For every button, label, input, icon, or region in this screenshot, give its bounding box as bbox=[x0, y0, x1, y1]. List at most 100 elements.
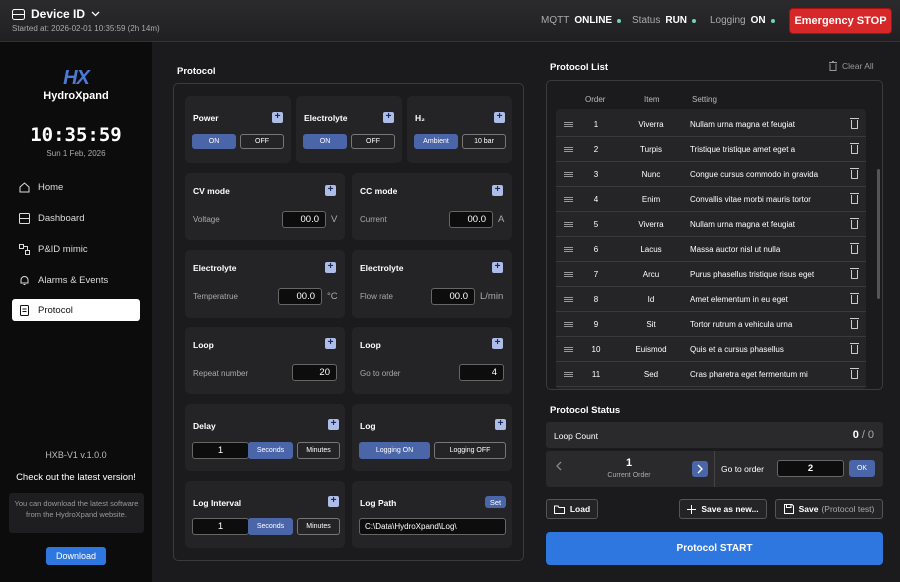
drag-handle-icon[interactable] bbox=[564, 371, 573, 377]
drag-handle-icon[interactable] bbox=[564, 296, 573, 302]
emergency-stop-button[interactable]: Emergency STOP bbox=[790, 9, 891, 33]
download-button[interactable]: Download bbox=[46, 547, 106, 565]
delete-icon[interactable] bbox=[850, 243, 859, 254]
delete-icon[interactable] bbox=[850, 318, 859, 329]
drag-handle-icon[interactable] bbox=[564, 271, 573, 277]
prev-order-button[interactable] bbox=[553, 460, 565, 477]
sidebar-item-alarms[interactable]: Alarms & Events bbox=[12, 269, 140, 291]
table-row[interactable]: 4 Enim Convallis vitae morbi mauris tortor bbox=[556, 187, 866, 212]
add-loop-repeat-button[interactable]: + bbox=[325, 338, 336, 349]
delay-input[interactable]: 1 bbox=[192, 442, 249, 459]
interval-minutes-toggle[interactable]: Minutes bbox=[297, 518, 340, 535]
load-button[interactable]: Load bbox=[546, 499, 598, 519]
drag-handle-icon[interactable] bbox=[564, 146, 573, 152]
add-delay-button[interactable]: + bbox=[328, 419, 339, 430]
clear-all-button[interactable]: Clear All bbox=[829, 61, 874, 71]
table-row[interactable]: 7 Arcu Purus phasellus tristique risus ege… bbox=[556, 262, 866, 287]
delete-icon[interactable] bbox=[850, 368, 859, 379]
h2-10bar-toggle[interactable]: 10 bar bbox=[462, 134, 506, 149]
drag-handle-icon[interactable] bbox=[564, 246, 573, 252]
delete-icon[interactable] bbox=[850, 268, 859, 279]
drag-handle-icon[interactable] bbox=[564, 121, 573, 127]
loop-repeat-card: Loop + Repeat number 20 bbox=[185, 327, 345, 394]
add-cc-button[interactable]: + bbox=[492, 185, 503, 196]
table-row[interactable]: 8 Id Amet elementum in eu eget bbox=[556, 287, 866, 312]
protocol-start-button[interactable]: Protocol START bbox=[546, 532, 883, 565]
sidebar-item-pid-mimic[interactable]: P&ID mimic bbox=[12, 238, 140, 260]
sidebar-item-label: Alarms & Events bbox=[38, 274, 109, 286]
table-row[interactable]: 1 Viverra Nullam urna magna et feugiat bbox=[556, 112, 866, 137]
save-button[interactable]: Save (Protocol test) bbox=[775, 499, 883, 519]
delete-icon[interactable] bbox=[850, 293, 859, 304]
power-off-toggle[interactable]: OFF bbox=[240, 134, 284, 149]
add-flow-button[interactable]: + bbox=[492, 262, 503, 273]
flow-rate-label: Flow rate bbox=[360, 292, 393, 301]
delete-icon[interactable] bbox=[850, 218, 859, 229]
flow-rate-input[interactable]: 00.0 bbox=[431, 288, 475, 305]
device-icon bbox=[12, 8, 25, 20]
table-row[interactable]: 3 Nunc Congue cursus commodo in gravida bbox=[556, 162, 866, 187]
add-cv-button[interactable]: + bbox=[325, 185, 336, 196]
delay-seconds-toggle[interactable]: Seconds bbox=[248, 442, 293, 459]
add-h2-button[interactable]: + bbox=[494, 112, 505, 123]
next-order-button[interactable] bbox=[692, 461, 708, 477]
clear-all-label: Clear All bbox=[842, 61, 874, 71]
drag-handle-icon[interactable] bbox=[564, 346, 573, 352]
load-label: Load bbox=[569, 504, 591, 514]
sidebar-item-dashboard[interactable]: Dashboard bbox=[12, 207, 140, 229]
delete-icon[interactable] bbox=[850, 343, 859, 354]
logging-off-toggle[interactable]: Logging OFF bbox=[434, 442, 506, 459]
electrolyte-off-toggle[interactable]: OFF bbox=[351, 134, 395, 149]
logging-on-toggle[interactable]: Logging ON bbox=[359, 442, 430, 459]
sidebar-item-label: P&ID mimic bbox=[38, 243, 88, 255]
delete-icon[interactable] bbox=[850, 118, 859, 129]
current-label: Current bbox=[360, 215, 387, 224]
table-row[interactable]: 2 Turpis Tristique tristique amet eget a bbox=[556, 137, 866, 162]
delete-icon[interactable] bbox=[850, 143, 859, 154]
table-row[interactable]: 10 Euismod Quis et a cursus phasellus bbox=[556, 337, 866, 362]
voltage-unit: V bbox=[331, 214, 338, 225]
add-temperature-button[interactable]: + bbox=[325, 262, 336, 273]
table-row[interactable]: 11 Sed Cras pharetra eget fermentum mi bbox=[556, 362, 866, 387]
table-row[interactable]: 5 Viverra Nullam urna magna et feugiat bbox=[556, 212, 866, 237]
go-to-order-input[interactable]: 2 bbox=[777, 460, 844, 477]
log-path-card: Log Path Set C:\Data\HydroXpand\Log\ bbox=[352, 481, 512, 548]
loop-go-to-order-input[interactable]: 4 bbox=[459, 364, 504, 381]
protocol-status-title: Protocol Status bbox=[550, 405, 621, 416]
voltage-input[interactable]: 00.0 bbox=[282, 211, 326, 228]
drag-handle-icon[interactable] bbox=[564, 171, 573, 177]
drag-handle-icon[interactable] bbox=[564, 196, 573, 202]
electrolyte-on-toggle[interactable]: ON bbox=[303, 134, 347, 149]
column-header-setting: Setting bbox=[692, 95, 717, 104]
log-path-input[interactable]: C:\Data\HydroXpand\Log\ bbox=[359, 518, 506, 535]
delete-icon[interactable] bbox=[850, 193, 859, 204]
delete-icon[interactable] bbox=[850, 168, 859, 179]
table-row[interactable]: 9 Sit Tortor rutrum a vehicula urna bbox=[556, 312, 866, 337]
table-row[interactable]: 6 Lacus Massa auctor nisl ut nulla bbox=[556, 237, 866, 262]
temperature-input[interactable]: 00.0 bbox=[278, 288, 322, 305]
h2-ambient-toggle[interactable]: Ambient bbox=[414, 134, 458, 149]
set-path-button[interactable]: Set bbox=[485, 496, 506, 508]
sidebar-item-protocol[interactable]: Protocol bbox=[12, 299, 140, 321]
flow-card: Electrolyte + Flow rate 00.0 L/min bbox=[352, 250, 512, 318]
save-as-new-button[interactable]: Save as new... bbox=[679, 499, 767, 519]
drag-handle-icon[interactable] bbox=[564, 221, 573, 227]
go-to-order-ok-button[interactable]: OK bbox=[849, 460, 875, 477]
sidebar-item-home[interactable]: Home bbox=[12, 176, 140, 198]
current-input[interactable]: 00.0 bbox=[449, 211, 493, 228]
log-interval-input[interactable]: 1 bbox=[192, 518, 249, 535]
add-log-interval-button[interactable]: + bbox=[328, 496, 339, 507]
repeat-number-input[interactable]: 20 bbox=[292, 364, 337, 381]
add-log-button[interactable]: + bbox=[495, 419, 506, 430]
device-selector[interactable]: Device ID bbox=[12, 7, 100, 21]
power-on-toggle[interactable]: ON bbox=[192, 134, 236, 149]
delay-minutes-toggle[interactable]: Minutes bbox=[297, 442, 340, 459]
add-electrolyte-button[interactable]: + bbox=[383, 112, 394, 123]
row-item: Lacus bbox=[640, 244, 662, 254]
add-power-button[interactable]: + bbox=[272, 112, 283, 123]
list-scrollbar[interactable] bbox=[877, 169, 880, 299]
add-loop-goto-button[interactable]: + bbox=[492, 338, 503, 349]
drag-handle-icon[interactable] bbox=[564, 321, 573, 327]
interval-seconds-toggle[interactable]: Seconds bbox=[248, 518, 293, 535]
sidebar-item-label: Protocol bbox=[38, 304, 73, 316]
